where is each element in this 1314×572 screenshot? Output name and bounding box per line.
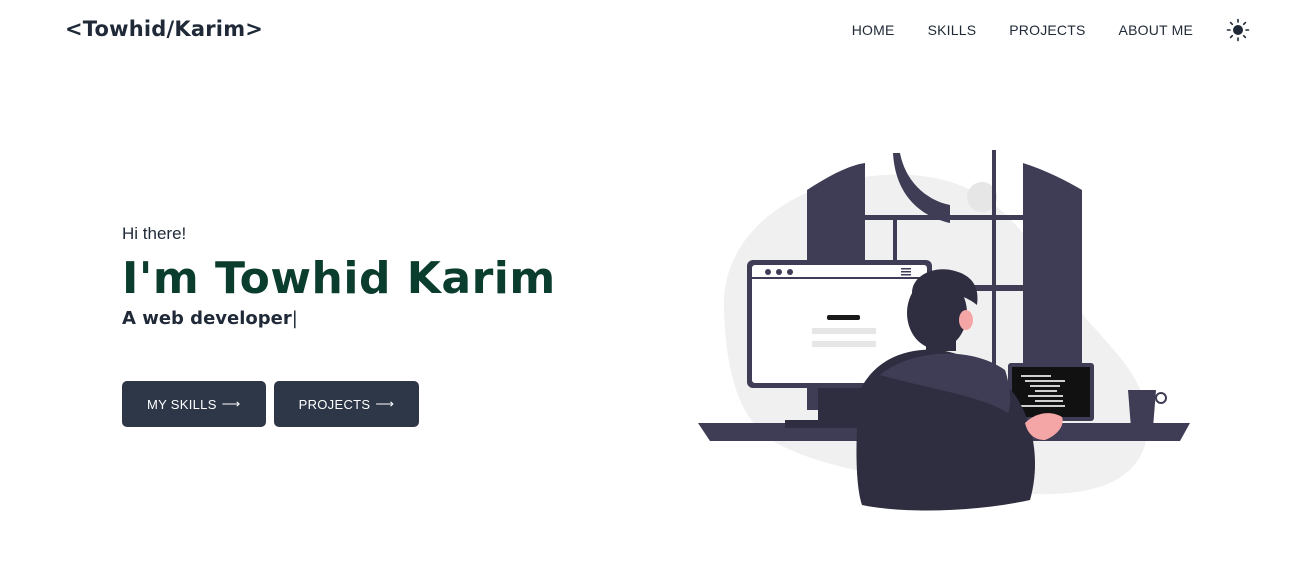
nav-link-about-me[interactable]: ABOUT ME — [1119, 22, 1193, 38]
browser-bar — [752, 277, 927, 279]
person-ear — [959, 310, 973, 330]
screen-line — [812, 328, 876, 334]
developer-illustration — [698, 150, 1190, 511]
navbar: <Towhid/Karim> HOME SKILLS PROJECTS ABOU… — [0, 0, 1314, 60]
logo[interactable]: <Towhid/Karim> — [65, 17, 263, 41]
greeting: Hi there! — [122, 224, 187, 243]
hero-buttons: MY SKILLS ⟶ PROJECTS ⟶ — [122, 381, 427, 427]
browser-menu — [901, 274, 911, 276]
theme-toggle-button[interactable] — [1226, 18, 1250, 42]
nav-links: HOME SKILLS PROJECTS ABOUT ME — [819, 18, 1250, 42]
browser-menu — [901, 271, 911, 273]
nav-link-home[interactable]: HOME — [852, 22, 895, 38]
my-skills-label: MY SKILLS — [147, 396, 217, 412]
my-skills-button[interactable]: MY SKILLS ⟶ — [122, 381, 266, 427]
nav-link-skills[interactable]: SKILLS — [928, 22, 977, 38]
hero-name: I'm Towhid Karim — [122, 253, 556, 304]
typing-cursor: | — [291, 308, 298, 330]
role-text: A web developer — [122, 308, 292, 330]
browser-menu — [901, 268, 911, 270]
screen-heading — [827, 315, 860, 320]
screen-line — [812, 341, 876, 347]
sun-icon — [1226, 18, 1250, 42]
nav-link-projects[interactable]: PROJECTS — [1009, 22, 1085, 38]
mug — [1128, 390, 1156, 428]
arrow-right-icon: ⟶ — [375, 396, 395, 411]
arrow-right-icon: ⟶ — [221, 396, 241, 411]
browser-dot — [765, 269, 771, 275]
window-bar — [865, 215, 1023, 220]
mug-handle — [1155, 392, 1167, 404]
browser-dot — [787, 269, 793, 275]
projects-label: PROJECTS — [298, 396, 371, 412]
projects-button[interactable]: PROJECTS ⟶ — [273, 381, 420, 427]
browser-dot — [776, 269, 782, 275]
hero-text: Hi there! I'm Towhid Karim A web develop… — [122, 224, 556, 329]
window-pole — [992, 150, 996, 390]
hero-role: A web developer| — [122, 308, 556, 329]
